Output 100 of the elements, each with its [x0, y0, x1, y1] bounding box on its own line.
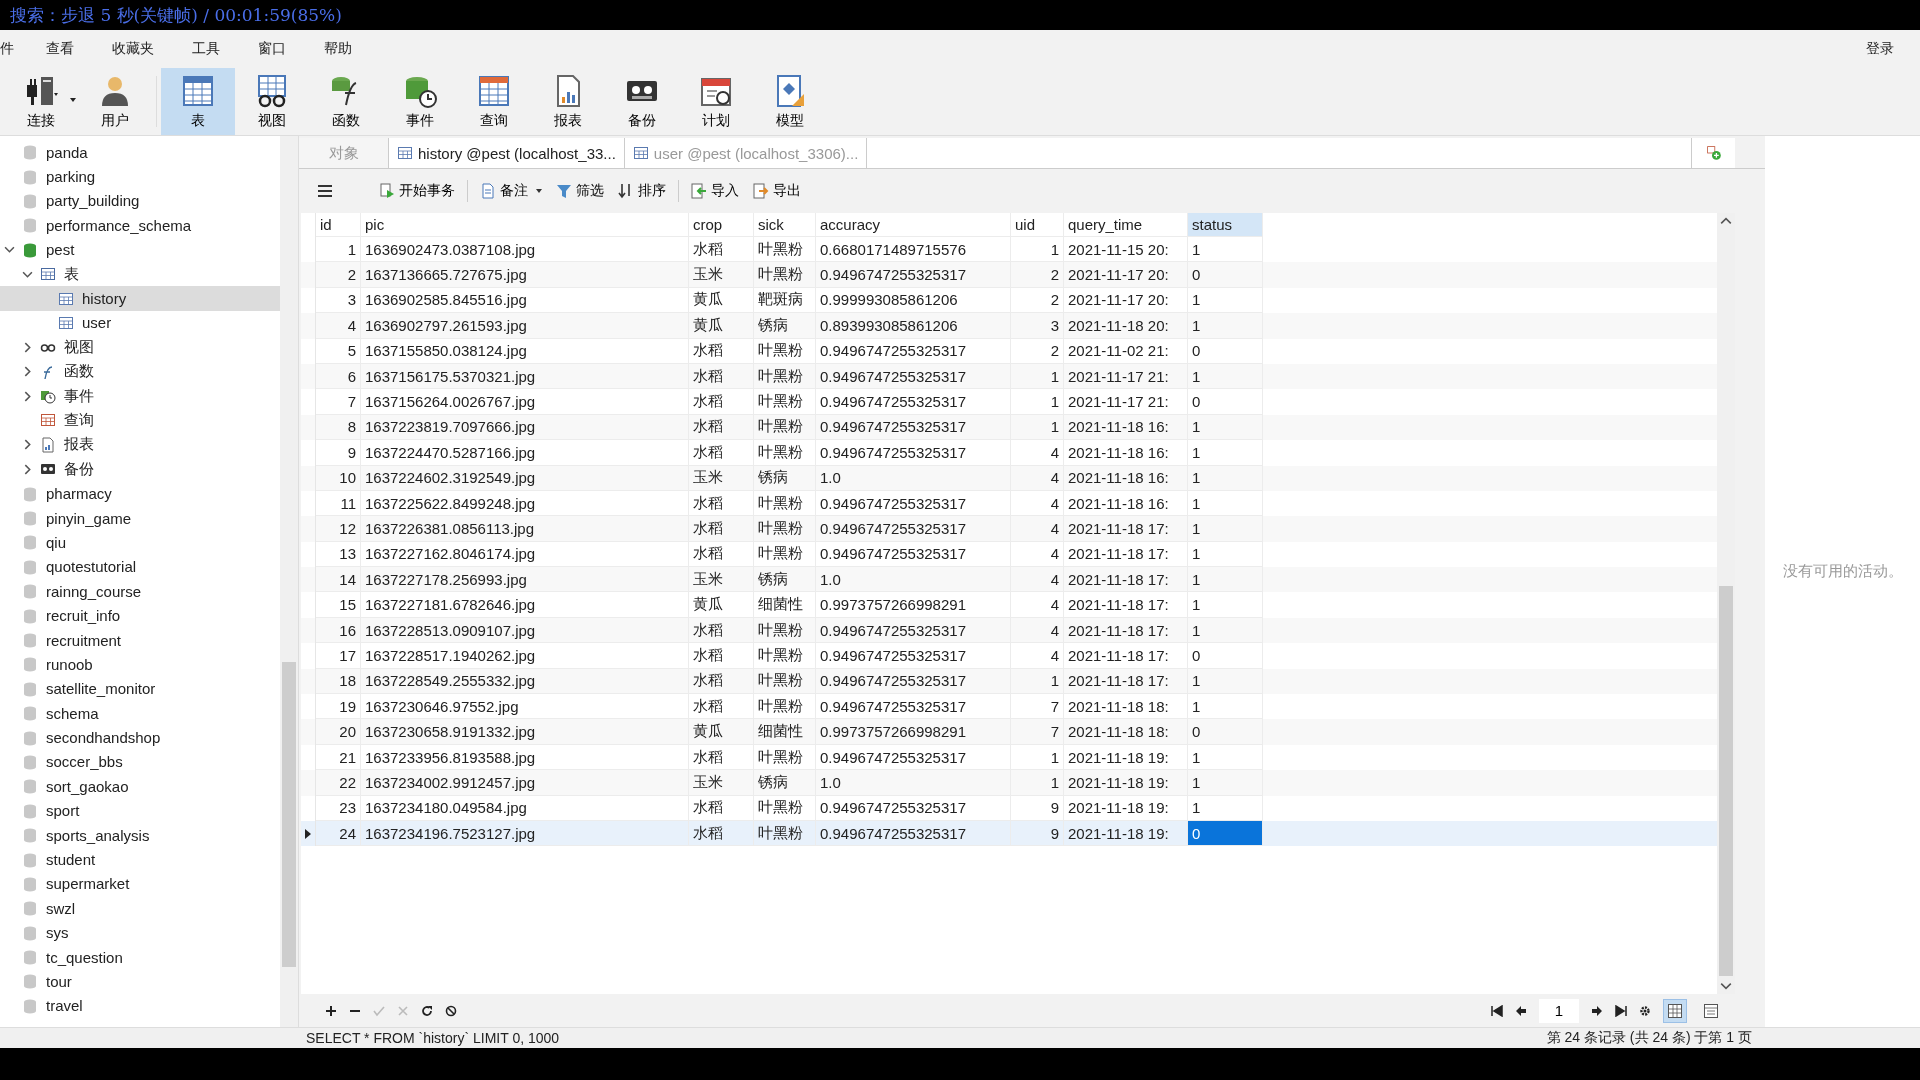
table-row[interactable]: 22 1637234002.9912457.jpg 玉米 锈病 1.0 1 2021-11-18 19: 1	[301, 770, 1717, 796]
menu-item[interactable]: 件	[0, 40, 14, 58]
tree-item[interactable]: recruit_info	[0, 603, 280, 628]
menu-item[interactable]: 窗口	[258, 40, 286, 58]
toolbar-button[interactable]: 导入	[689, 182, 741, 200]
table-row[interactable]: 9 1637224470.5287166.jpg 水稻 叶黑粉 0.9496747255325317 4 2021-11-18 16: 1	[301, 440, 1717, 466]
tree-item[interactable]: party_building	[0, 188, 280, 214]
table-row[interactable]: 12 1637226381.0856113.jpg 水稻 叶黑粉 0.9496747255325317 4 2021-11-18 17: 1	[301, 516, 1717, 542]
table-row[interactable]: 4 1636902797.261593.jpg 黄瓜 锈病 0.893993085861206 3 2021-11-18 20: 1	[301, 313, 1717, 339]
tree-item[interactable]: 视图	[0, 335, 280, 360]
menu-item[interactable]: 收藏夹	[112, 40, 154, 58]
tree-item[interactable]: qiu	[0, 530, 280, 555]
tree-item[interactable]: sys	[0, 920, 280, 945]
tree-item[interactable]: schema	[0, 701, 280, 726]
first-page-icon[interactable]	[1491, 1004, 1503, 1017]
tab[interactable]: history @pest (localhost_33...	[389, 138, 625, 168]
login-link[interactable]: 登录	[1866, 40, 1894, 58]
tree-item[interactable]: sport	[0, 798, 280, 823]
chevron-icon[interactable]	[22, 463, 33, 475]
tree-item[interactable]: soccer_bbs	[0, 749, 280, 775]
tree-item[interactable]: student	[0, 847, 280, 872]
toolbar-button[interactable]: 表	[161, 68, 235, 135]
chevron-icon[interactable]	[22, 439, 33, 451]
tree-item[interactable]: 表	[0, 261, 280, 287]
tree-item[interactable]: performance_schema	[0, 213, 280, 238]
table-row[interactable]: 10 1637224602.3192549.jpg 玉米 锈病 1.0 4 2021-11-18 16: 1	[301, 465, 1717, 491]
tree-item[interactable]: travel	[0, 993, 280, 1019]
table-row[interactable]: 7 1637156264.0026767.jpg 水稻 叶黑粉 0.9496747255325317 1 2021-11-17 21: 0	[301, 389, 1717, 415]
toolbar-button[interactable]: 查询	[457, 68, 531, 135]
toolbar-button[interactable]: 排序	[616, 182, 668, 200]
toolbar-button[interactable]: 计划	[679, 68, 753, 135]
last-page-icon[interactable]	[1615, 1004, 1627, 1017]
table-row[interactable]: 20 1637230658.9191332.jpg 黄瓜 细菌性 0.9973757266998291 7 2021-11-18 18: 0	[301, 719, 1717, 745]
table-row[interactable]: 15 1637227181.6782646.jpg 黄瓜 细菌性 0.9973757266998291 4 2021-11-18 17: 1	[301, 592, 1717, 618]
tree-item[interactable]: swzl	[0, 896, 280, 921]
toolbar-button[interactable]: 连接	[4, 68, 78, 135]
tree-item[interactable]: pharmacy	[0, 481, 280, 506]
tree-item[interactable]: supermarket	[0, 871, 280, 897]
tree-item[interactable]: pinyin_game	[0, 505, 280, 531]
tree-item[interactable]: sports_analysis	[0, 822, 280, 848]
tree-item[interactable]: pest	[0, 237, 280, 262]
stop-icon[interactable]	[445, 1004, 457, 1017]
toolbar-button[interactable]: 导出	[751, 182, 803, 200]
scroll-down-icon[interactable]	[1720, 982, 1732, 990]
tree-item[interactable]: rainng_course	[0, 579, 280, 604]
tree-item[interactable]: secondhandshop	[0, 725, 280, 750]
toolbar-button[interactable]: 视图	[235, 68, 309, 135]
tree-item[interactable]: 函数	[0, 359, 280, 384]
tree-item[interactable]: tc_question	[0, 944, 280, 970]
tree-item[interactable]: panda	[0, 140, 280, 165]
menu-item[interactable]: 查看	[46, 40, 74, 58]
table-row[interactable]: 8 1637223819.7097666.jpg 水稻 叶黑粉 0.9496747255325317 1 2021-11-18 16: 1	[301, 414, 1717, 441]
toolbar-button[interactable]: 模型	[753, 68, 827, 135]
tree-item[interactable]: 查询	[0, 408, 280, 433]
table-row[interactable]: 18 1637228549.2555332.jpg 水稻 叶黑粉 0.9496747255325317 1 2021-11-18 17: 1	[301, 668, 1717, 695]
menu-icon[interactable]	[317, 184, 333, 198]
table-row[interactable]: 14 1637227178.256993.jpg 玉米 锈病 1.0 4 2021-11-18 17: 1	[301, 567, 1717, 593]
toolbar-button[interactable]: 备份	[605, 68, 679, 135]
tree-item[interactable]: user	[0, 310, 280, 336]
add-icon[interactable]	[325, 1004, 337, 1017]
table-row[interactable]: 2 1637136665.727675.jpg 玉米 叶黑粉 0.9496747255325317 2 2021-11-17 20: 0	[301, 262, 1717, 288]
column-header[interactable]: sick	[754, 213, 816, 237]
toolbar-button[interactable]: 备注	[478, 182, 544, 200]
chevron-icon[interactable]	[4, 244, 15, 256]
tree-item[interactable]: runoob	[0, 652, 280, 677]
column-header[interactable]: status	[1188, 213, 1263, 237]
toolbar-button[interactable]: 报表	[531, 68, 605, 135]
column-header[interactable]: crop	[689, 213, 754, 237]
table-row[interactable]: 23 1637234180.049584.jpg 水稻 叶黑粉 0.9496747255325317 9 2021-11-18 19: 1	[301, 795, 1717, 821]
new-tab-button[interactable]	[1691, 138, 1735, 168]
previous-page-icon[interactable]	[1515, 1004, 1527, 1017]
toolbar-button[interactable]: 用户	[78, 68, 152, 135]
chevron-icon[interactable]	[22, 390, 33, 402]
menu-item[interactable]: 工具	[192, 40, 220, 58]
column-header[interactable]: pic	[361, 213, 689, 237]
toolbar-button[interactable]: 开始事务	[377, 182, 457, 200]
table-row[interactable]: 6 1637156175.5370321.jpg 水稻 叶黑粉 0.9496747255325317 1 2021-11-17 21: 1	[301, 363, 1717, 390]
table-row[interactable]: 5 1637155850.038124.jpg 水稻 叶黑粉 0.9496747255325317 2 2021-11-02 21: 0	[301, 338, 1717, 364]
tree-item[interactable]: 备份	[0, 457, 280, 482]
page-field[interactable]: 1	[1539, 998, 1579, 1023]
toolbar-button[interactable]: 函数	[309, 68, 383, 135]
tree-item[interactable]: 事件	[0, 383, 280, 409]
table-row[interactable]: 24 1637234196.7523127.jpg 水稻 叶黑粉 0.9496747255325317 9 2021-11-18 19: 0	[301, 821, 1717, 847]
check-icon[interactable]	[373, 1004, 385, 1017]
table-row[interactable]: 17 1637228517.1940262.jpg 水稻 叶黑粉 0.9496747255325317 4 2021-11-18 17: 0	[301, 643, 1717, 669]
refresh-icon[interactable]	[421, 1004, 433, 1017]
toolbar-button[interactable]: 事件	[383, 68, 457, 135]
settings-icon[interactable]	[1639, 1004, 1651, 1017]
tree-item[interactable]: 报表	[0, 432, 280, 458]
tree-item[interactable]: quotestutorial	[0, 554, 280, 580]
chevron-icon[interactable]	[22, 366, 33, 378]
grid-view-button[interactable]	[1663, 998, 1687, 1023]
tree-item[interactable]: parking	[0, 164, 280, 189]
tree-item[interactable]: sort_gaokao	[0, 774, 280, 799]
tree-item[interactable]: history	[0, 286, 280, 311]
menu-item[interactable]: 帮助	[324, 40, 352, 58]
next-page-icon[interactable]	[1591, 1004, 1603, 1017]
column-header[interactable]: uid	[1011, 213, 1064, 237]
table-row[interactable]: 16 1637228513.0909107.jpg 水稻 叶黑粉 0.9496747255325317 4 2021-11-18 17: 1	[301, 617, 1717, 644]
tree-item[interactable]: tour	[0, 969, 280, 994]
